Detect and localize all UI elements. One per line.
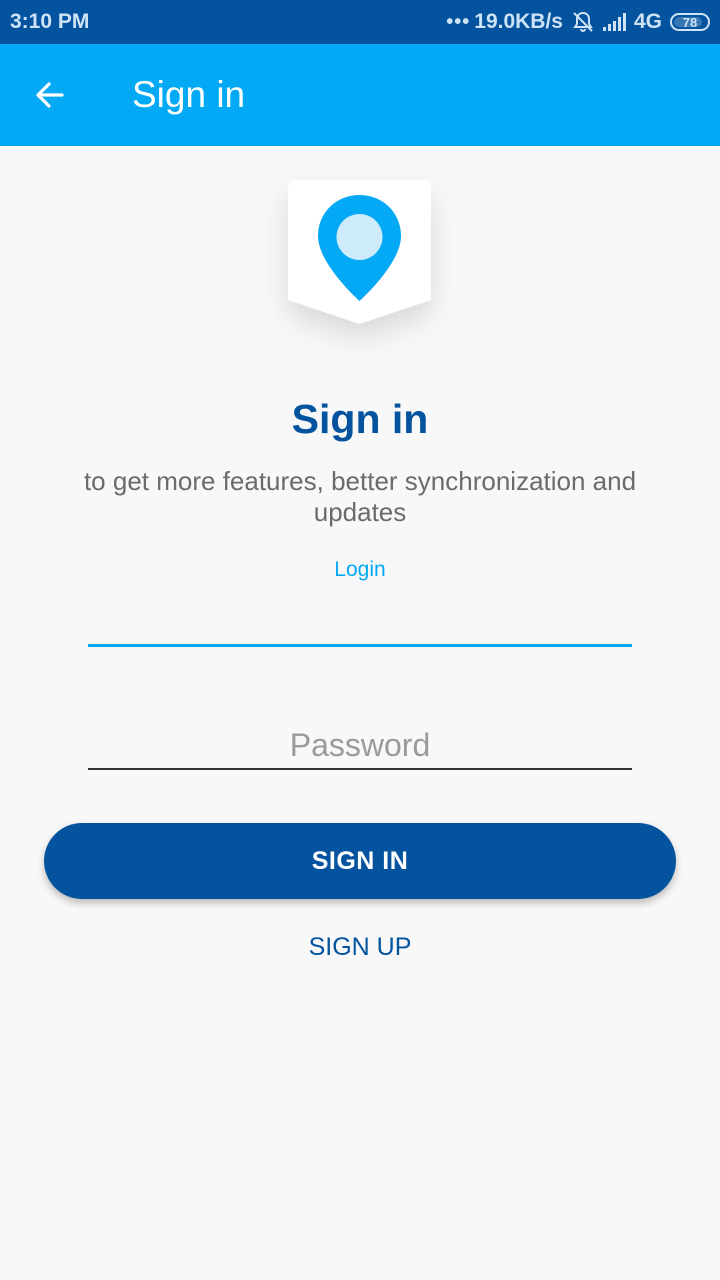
signal-icon bbox=[602, 13, 626, 31]
login-field[interactable] bbox=[88, 600, 632, 647]
back-button[interactable] bbox=[0, 44, 100, 146]
network-speed: 19.0KB/s bbox=[474, 10, 563, 33]
login-label: Login bbox=[334, 558, 386, 581]
app-bar: Sign in bbox=[0, 44, 720, 146]
page-subtitle: to get more features, better synchroniza… bbox=[83, 466, 637, 527]
status-bar: 3:10 PM ••• 19.0KB/s 4G 78 bbox=[0, 0, 720, 44]
battery-icon: 78 bbox=[670, 13, 710, 31]
page-heading: Sign in bbox=[291, 396, 429, 442]
network-type: 4G bbox=[633, 10, 662, 33]
bell-off-icon bbox=[573, 11, 593, 32]
app-logo bbox=[288, 180, 431, 324]
battery-level: 78 bbox=[682, 14, 698, 30]
sign-in-button[interactable]: SIGN IN bbox=[44, 823, 676, 899]
app-bar-title: Sign in bbox=[132, 74, 246, 115]
sign-up-link[interactable]: SIGN UP bbox=[0, 933, 720, 962]
logo-badge bbox=[288, 180, 431, 324]
arrow-left-icon bbox=[36, 82, 64, 108]
status-time: 3:10 PM bbox=[10, 10, 90, 33]
status-indicators: ••• 19.0KB/s 4G 78 bbox=[446, 10, 710, 34]
more-dots-icon: ••• bbox=[446, 10, 471, 33]
password-field[interactable] bbox=[88, 722, 632, 770]
